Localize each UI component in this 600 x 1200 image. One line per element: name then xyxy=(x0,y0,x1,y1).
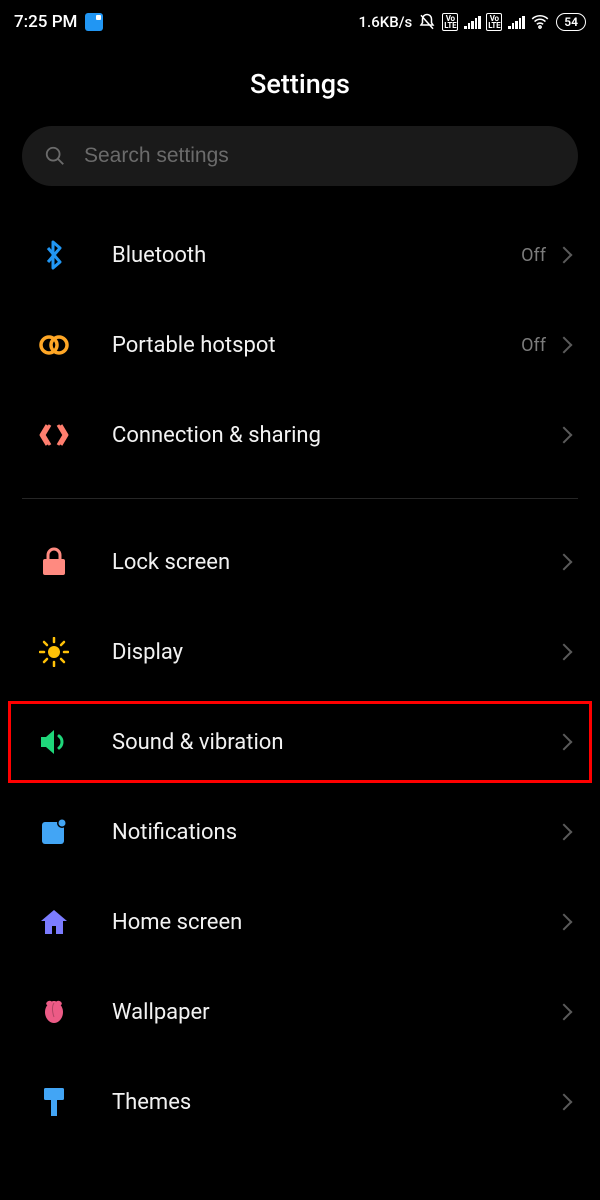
flower-icon xyxy=(38,996,70,1028)
status-net-speed: 1.6KB/s xyxy=(359,13,413,31)
row-label: Lock screen xyxy=(112,550,558,575)
chevron-right-icon xyxy=(556,914,573,931)
settings-list: Bluetooth Off Portable hotspot Off Conne… xyxy=(0,210,600,1147)
row-value: Off xyxy=(521,335,546,356)
row-hotspot[interactable]: Portable hotspot Off xyxy=(0,300,600,390)
row-label: Portable hotspot xyxy=(112,333,521,358)
chevron-right-icon xyxy=(556,824,573,841)
sun-icon xyxy=(38,636,70,668)
row-themes[interactable]: Themes xyxy=(0,1057,600,1147)
page-title: Settings xyxy=(0,44,600,126)
notifications-icon xyxy=(38,816,70,848)
status-time: 7:25 PM xyxy=(14,12,77,32)
divider xyxy=(22,498,578,499)
chevron-right-icon xyxy=(556,427,573,444)
signal-icon-1 xyxy=(464,16,480,29)
home-icon xyxy=(38,906,70,938)
search-bar[interactable] xyxy=(22,126,578,186)
chevron-right-icon xyxy=(556,1094,573,1111)
search-icon xyxy=(44,145,66,167)
chevron-right-icon xyxy=(556,554,573,571)
row-label: Themes xyxy=(112,1090,558,1115)
chevron-right-icon xyxy=(556,644,573,661)
row-display[interactable]: Display xyxy=(0,607,600,697)
row-label: Connection & sharing xyxy=(112,423,558,448)
lock-icon xyxy=(38,546,70,578)
row-home[interactable]: Home screen xyxy=(0,877,600,967)
row-label: Home screen xyxy=(112,910,558,935)
brush-icon xyxy=(38,1086,70,1118)
row-lock[interactable]: Lock screen xyxy=(0,517,600,607)
row-label: Notifications xyxy=(112,820,558,845)
row-bluetooth[interactable]: Bluetooth Off xyxy=(0,210,600,300)
row-connection[interactable]: Connection & sharing xyxy=(0,390,600,480)
battery-indicator: 54 xyxy=(556,13,586,31)
chevron-right-icon xyxy=(556,247,573,264)
hotspot-icon xyxy=(38,329,70,361)
row-label: Bluetooth xyxy=(112,243,521,268)
chevron-right-icon xyxy=(556,337,573,354)
bluetooth-icon xyxy=(38,239,70,271)
row-value: Off xyxy=(521,245,546,266)
chevron-right-icon xyxy=(556,734,573,751)
signal-icon-2 xyxy=(508,16,524,29)
chevron-right-icon xyxy=(556,1004,573,1021)
volte-icon-2: VoLTE xyxy=(486,13,502,31)
row-notifications[interactable]: Notifications xyxy=(0,787,600,877)
row-sound[interactable]: Sound & vibration xyxy=(0,697,600,787)
speaker-icon xyxy=(38,726,70,758)
dnd-icon xyxy=(418,13,436,31)
search-input[interactable] xyxy=(84,144,556,168)
row-label: Sound & vibration xyxy=(112,730,558,755)
files-icon xyxy=(85,13,103,31)
row-label: Wallpaper xyxy=(112,1000,558,1025)
row-wallpaper[interactable]: Wallpaper xyxy=(0,967,600,1057)
connection-icon xyxy=(38,419,70,451)
row-label: Display xyxy=(112,640,558,665)
status-bar: 7:25 PM 1.6KB/s VoLTE VoLTE 54 xyxy=(0,0,600,44)
wifi-icon xyxy=(530,15,550,29)
volte-icon-1: VoLTE xyxy=(442,13,458,31)
